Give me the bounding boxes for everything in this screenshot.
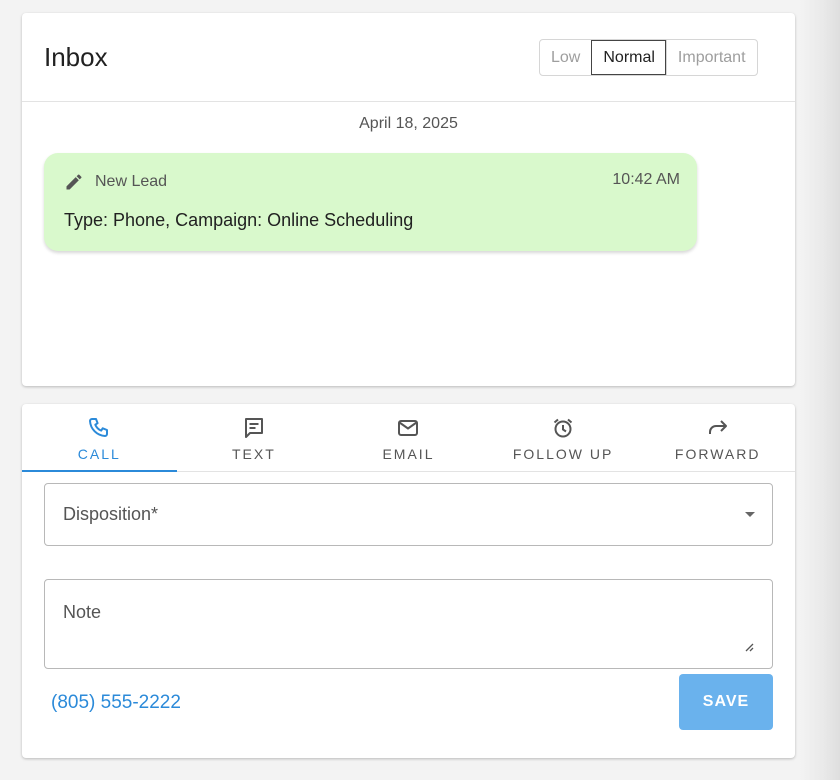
tab-call[interactable]: CALL <box>22 404 177 472</box>
message-body: Type: Phone, Campaign: Online Scheduling <box>64 210 414 230</box>
priority-toggle-group: Low Normal Important <box>539 39 758 76</box>
page-edge-shade <box>800 0 840 780</box>
phone-icon <box>89 418 109 437</box>
chat-icon <box>244 418 263 438</box>
dropdown-caret-icon <box>745 512 755 517</box>
action-tabs: CALL TEXT EMAIL FOLLOW UP FORWARD <box>22 404 795 472</box>
tab-text-label: TEXT <box>232 446 276 462</box>
note-field[interactable]: Note <box>44 579 773 669</box>
action-card: CALL TEXT EMAIL FOLLOW UP FORWARD Dispos… <box>22 404 795 758</box>
priority-normal-button[interactable]: Normal <box>591 40 666 75</box>
save-button[interactable]: SAVE <box>679 674 773 730</box>
message-bubble: New Lead 10:42 AM Type: Phone, Campaign:… <box>44 153 697 251</box>
pencil-icon <box>66 174 82 190</box>
tab-call-label: CALL <box>77 446 121 462</box>
disposition-label: Disposition* <box>63 504 159 524</box>
priority-important-button[interactable]: Important <box>665 40 757 75</box>
inbox-title: Inbox <box>44 42 108 72</box>
disposition-select[interactable]: Disposition* <box>44 483 773 546</box>
alarm-icon <box>553 418 573 438</box>
inbox-card: Inbox Low Normal Important April 18, 202… <box>22 13 795 386</box>
tab-follow-up-label: FOLLOW UP <box>512 446 614 462</box>
email-icon <box>398 420 419 436</box>
tab-forward[interactable]: FORWARD <box>640 404 795 471</box>
phone-number-link[interactable]: (805) 555-2222 <box>51 692 181 714</box>
resize-handle-icon[interactable] <box>744 642 754 652</box>
tab-forward-label: FORWARD <box>674 446 761 462</box>
note-label: Note <box>63 602 102 622</box>
tab-email[interactable]: EMAIL <box>331 404 486 471</box>
tab-email-label: EMAIL <box>382 446 435 462</box>
message-time: 10:42 AM <box>612 171 680 188</box>
priority-low-button[interactable]: Low <box>540 40 591 75</box>
tab-text[interactable]: TEXT <box>177 404 332 471</box>
inbox-header: Inbox Low Normal Important <box>22 13 795 102</box>
forward-icon <box>708 420 727 434</box>
tab-follow-up[interactable]: FOLLOW UP <box>486 404 641 471</box>
message-date: April 18, 2025 <box>359 115 458 132</box>
message-type: New Lead <box>95 173 168 190</box>
